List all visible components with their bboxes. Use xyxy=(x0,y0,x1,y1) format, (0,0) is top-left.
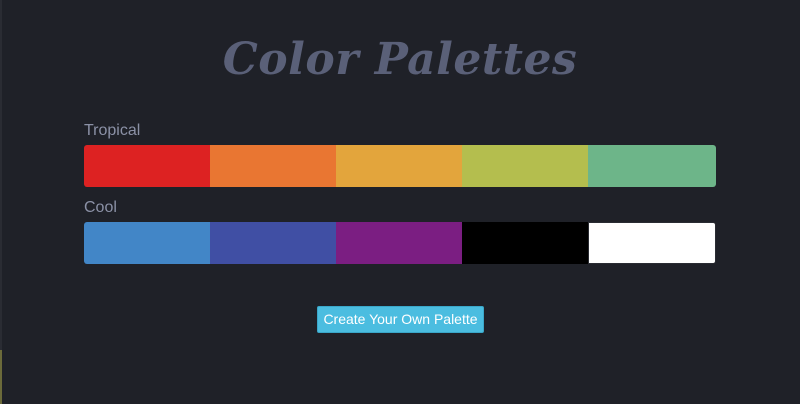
palette-tropical[interactable] xyxy=(84,145,716,187)
swatch-cool-1[interactable] xyxy=(84,222,210,264)
palette-cool[interactable] xyxy=(84,222,716,264)
swatch-tropical-3[interactable] xyxy=(336,145,462,187)
swatch-cool-4[interactable] xyxy=(462,222,588,264)
swatch-tropical-4[interactable] xyxy=(462,145,588,187)
create-palette-button[interactable]: Create Your Own Palette xyxy=(317,306,484,333)
swatch-tropical-1[interactable] xyxy=(84,145,210,187)
palette-label-cool: Cool xyxy=(84,199,117,216)
swatch-cool-2[interactable] xyxy=(210,222,336,264)
palette-label-tropical: Tropical xyxy=(84,122,141,139)
swatch-cool-5[interactable] xyxy=(588,222,716,264)
left-edge-accent xyxy=(0,350,2,404)
swatch-tropical-2[interactable] xyxy=(210,145,336,187)
page-title: Color Palettes xyxy=(222,34,578,85)
swatch-tropical-5[interactable] xyxy=(588,145,716,187)
swatch-cool-3[interactable] xyxy=(336,222,462,264)
